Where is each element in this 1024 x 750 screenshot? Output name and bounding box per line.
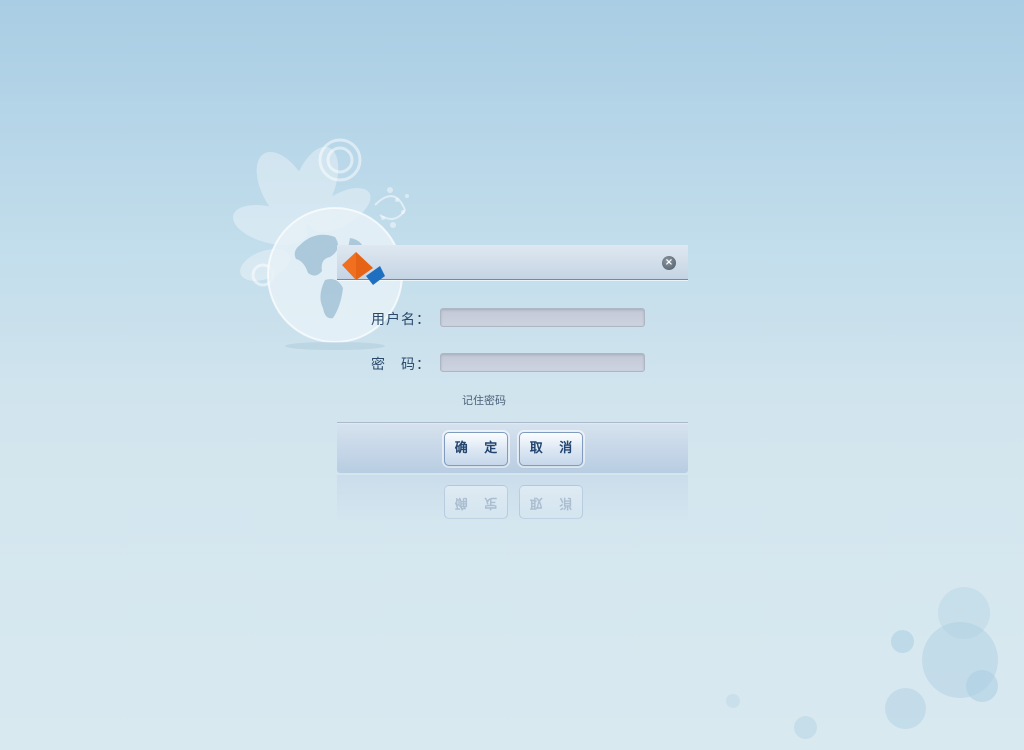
- bubble-decoration: [726, 694, 740, 708]
- app-logo-icon: [342, 252, 385, 285]
- password-input[interactable]: [440, 353, 645, 372]
- username-input[interactable]: [440, 308, 645, 327]
- close-icon[interactable]: ×: [662, 256, 676, 270]
- username-label: 用户名：: [371, 312, 431, 328]
- password-label: 密 码：: [371, 357, 431, 373]
- bubble-decoration: [891, 630, 914, 653]
- dialog-footer: [337, 424, 688, 473]
- bubble-decoration: [885, 688, 926, 729]
- bubble-decoration: [966, 670, 998, 702]
- cancel-button-reflection: 取 消: [519, 485, 583, 519]
- ok-button-reflection: 确 定: [444, 485, 508, 519]
- cancel-button[interactable]: 取 消: [519, 432, 583, 466]
- footer-reflection: [337, 475, 688, 525]
- bubble-decoration: [794, 716, 817, 739]
- dialog-header: [337, 245, 688, 280]
- ok-button[interactable]: 确 定: [444, 432, 508, 466]
- remember-password-toggle[interactable]: 记住密码: [462, 392, 506, 408]
- login-screen: × 用户名： 密 码： 记住密码 确 定 取 消 确 定 取 消: [0, 0, 1024, 750]
